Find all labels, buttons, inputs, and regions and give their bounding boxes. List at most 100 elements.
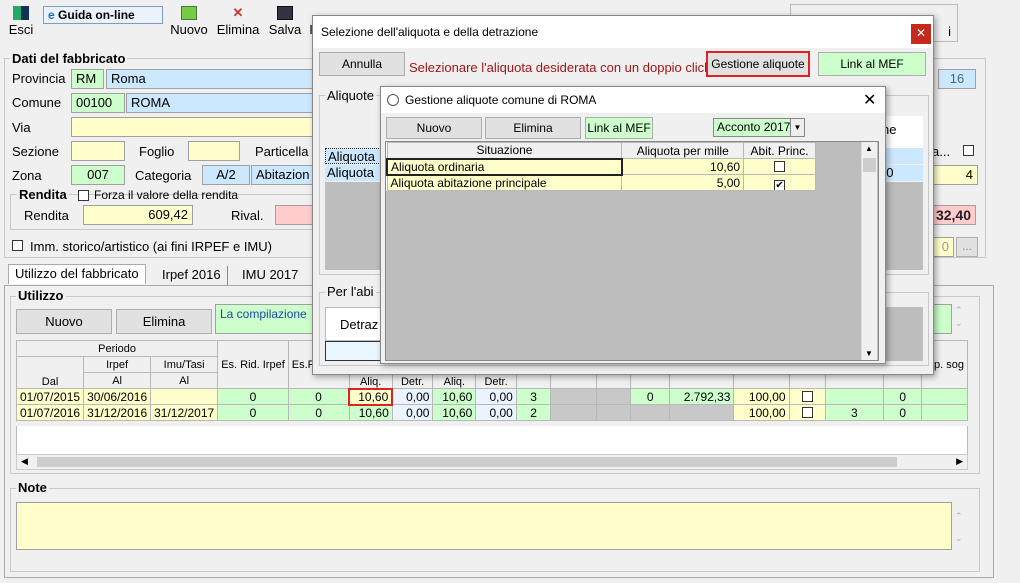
cell-secca[interactable]: [788, 404, 826, 421]
table-row[interactable]: 01/07/2016 31/12/2016 31/12/2017 0 0 10,…: [15, 404, 968, 421]
utilizzo-elimina-button[interactable]: Elimina: [116, 309, 212, 334]
cell-detr2[interactable]: 0,00: [475, 404, 517, 421]
table-row[interactable]: 01/07/2015 30/06/2016 0 0 10,60 0,00 10,…: [15, 387, 968, 406]
cell-al[interactable]: 30/06/2016: [83, 388, 152, 405]
cell-partic[interactable]: [630, 404, 671, 421]
cell-abit[interactable]: [743, 158, 816, 175]
cell-esridimu[interactable]: 0: [287, 404, 350, 421]
abit-checkbox-checked[interactable]: ✔: [774, 179, 786, 190]
cell-detr2[interactable]: 0,00: [475, 388, 517, 405]
tab-imu-2017[interactable]: IMU 2017: [236, 266, 304, 286]
cell-aliq[interactable]: 10,60: [348, 404, 393, 421]
dialog2-elimina-button[interactable]: Elimina: [485, 117, 581, 139]
rendita-field[interactable]: 609,42: [83, 205, 193, 225]
annulla-button[interactable]: Annulla: [319, 52, 405, 76]
tab-utilizzo[interactable]: Utilizzo del fabbricato: [8, 264, 146, 284]
cell-al2[interactable]: [150, 388, 219, 405]
cell-utiliz[interactable]: 3: [515, 388, 552, 405]
cell-dal[interactable]: 01/07/2015: [15, 388, 85, 405]
provincia-name-field[interactable]: Roma: [106, 69, 316, 89]
scroll-left-icon[interactable]: ◀: [21, 456, 28, 467]
cell-aliq2[interactable]: 10,60: [432, 404, 477, 421]
foglio-field[interactable]: [188, 141, 240, 161]
dialog1-close-icon[interactable]: ✕: [911, 24, 931, 44]
cell-tasi[interactable]: 0: [883, 404, 923, 421]
sezione-field[interactable]: [71, 141, 125, 161]
secca-checkbox[interactable]: [801, 390, 813, 402]
right-number-field[interactable]: 16: [938, 69, 976, 89]
cell-periodo[interactable]: [669, 404, 735, 421]
chevron-down-icon[interactable]: ▼: [790, 119, 804, 136]
scroll-up-icon[interactable]: ▲: [865, 144, 873, 153]
dialog1-link-mef-button[interactable]: Link al MEF: [818, 52, 926, 76]
cell-cod[interactable]: [595, 404, 632, 421]
categoria-code-field[interactable]: A/2: [202, 165, 250, 185]
utilizzo-nuovo-button[interactable]: Nuovo: [16, 309, 112, 334]
cell-partic[interactable]: 0: [630, 388, 671, 405]
rival-field[interactable]: [275, 205, 316, 225]
via-field[interactable]: [71, 117, 316, 137]
dialog2-link-mef-button[interactable]: Link al MEF: [585, 117, 653, 139]
cell-abit[interactable]: ✔: [743, 174, 816, 191]
note-textarea[interactable]: [16, 502, 952, 550]
zona-field[interactable]: 007: [71, 165, 125, 185]
guida-online-button[interactable]: e Guida on-line: [43, 6, 163, 24]
dialog2-vscrollbar[interactable]: ▲ ▼: [861, 142, 877, 360]
categoria-desc-field[interactable]: Abitazion: [251, 165, 316, 185]
nuovo-toolbar-button[interactable]: Nuovo: [168, 4, 210, 42]
cell-aliquota[interactable]: 5,00: [621, 174, 745, 191]
scroll-thumb[interactable]: [863, 158, 876, 172]
cell-esrid[interactable]: 0: [217, 404, 289, 421]
cell-tasi[interactable]: 0: [883, 388, 923, 405]
detraz-field[interactable]: [325, 341, 381, 361]
note-scroll-icon[interactable]: ⌃ ⌄: [955, 505, 963, 549]
cell-aliq-selected[interactable]: 10,60: [348, 387, 394, 406]
comune-code-field[interactable]: 00100: [71, 93, 125, 113]
cell-possesso[interactable]: 100,00: [733, 404, 790, 421]
esci-button[interactable]: Esci: [4, 4, 38, 42]
cell-utiliz[interactable]: 2: [515, 404, 552, 421]
forza-rendita-checkbox[interactable]: [78, 190, 89, 201]
cell-periodo[interactable]: 2.792,33: [669, 388, 735, 405]
cell-al[interactable]: 31/12/2016: [83, 404, 152, 421]
cell-imu[interactable]: [824, 388, 885, 405]
gestione-aliquote-button[interactable]: Gestione aliquote: [706, 51, 810, 77]
cell-situazione[interactable]: Aliquota ordinaria: [386, 157, 623, 176]
utilizzo-note-scroll-icon[interactable]: ⌃ ⌄: [955, 304, 963, 330]
right-checkbox[interactable]: [963, 145, 974, 156]
cell-aliq2[interactable]: 10,60: [432, 388, 477, 405]
cell-possesso[interactable]: 100,00: [733, 388, 790, 405]
table-row[interactable]: Aliquota ordinaria 10,60: [386, 157, 816, 176]
cell-detr[interactable]: 0,00: [391, 388, 434, 405]
cell-dimor[interactable]: [550, 388, 597, 405]
cell-detr[interactable]: 0,00: [391, 404, 434, 421]
scroll-thumb[interactable]: [37, 457, 897, 467]
cell-al2[interactable]: 31/12/2017: [150, 404, 219, 421]
dialog2-nuovo-button[interactable]: Nuovo: [386, 117, 482, 139]
provincia-code-field[interactable]: RM: [71, 69, 104, 89]
right-dots-button[interactable]: ...: [956, 237, 978, 257]
tab-irpef-2016[interactable]: Irpef 2016: [156, 266, 228, 286]
cell-situazione[interactable]: Aliquota abitazione principale: [386, 174, 623, 191]
acconto-select[interactable]: Acconto 2017 ▼: [713, 118, 805, 137]
cell-esrid[interactable]: 0: [217, 388, 289, 405]
cell-tip[interactable]: [921, 388, 968, 405]
right-value-field[interactable]: 4: [932, 165, 978, 185]
cell-dimor[interactable]: [550, 404, 597, 421]
dialog2-close-icon[interactable]: ✕: [863, 90, 876, 110]
table-row[interactable]: Aliquota abitazione principale 5,00 ✔: [386, 174, 816, 191]
aliquote-row-2[interactable]: Aliquota: [325, 165, 381, 181]
storico-checkbox[interactable]: [12, 240, 23, 251]
abit-checkbox[interactable]: [774, 160, 786, 172]
cell-tip[interactable]: [921, 404, 968, 421]
cell-aliquota[interactable]: 10,60: [621, 158, 745, 175]
aliquote-row-1[interactable]: Aliquota: [325, 148, 381, 164]
cell-esridimu[interactable]: 0: [287, 388, 350, 405]
salva-toolbar-button[interactable]: Salva: [266, 4, 304, 42]
comune-name-field[interactable]: ROMA: [126, 93, 316, 113]
scroll-down-icon[interactable]: ▼: [865, 349, 873, 358]
cell-secca[interactable]: [788, 388, 826, 405]
grid-hscrollbar[interactable]: ◀ ▶: [16, 454, 968, 470]
cell-dal[interactable]: 01/07/2016: [15, 404, 85, 421]
scroll-right-icon[interactable]: ▶: [956, 456, 963, 467]
